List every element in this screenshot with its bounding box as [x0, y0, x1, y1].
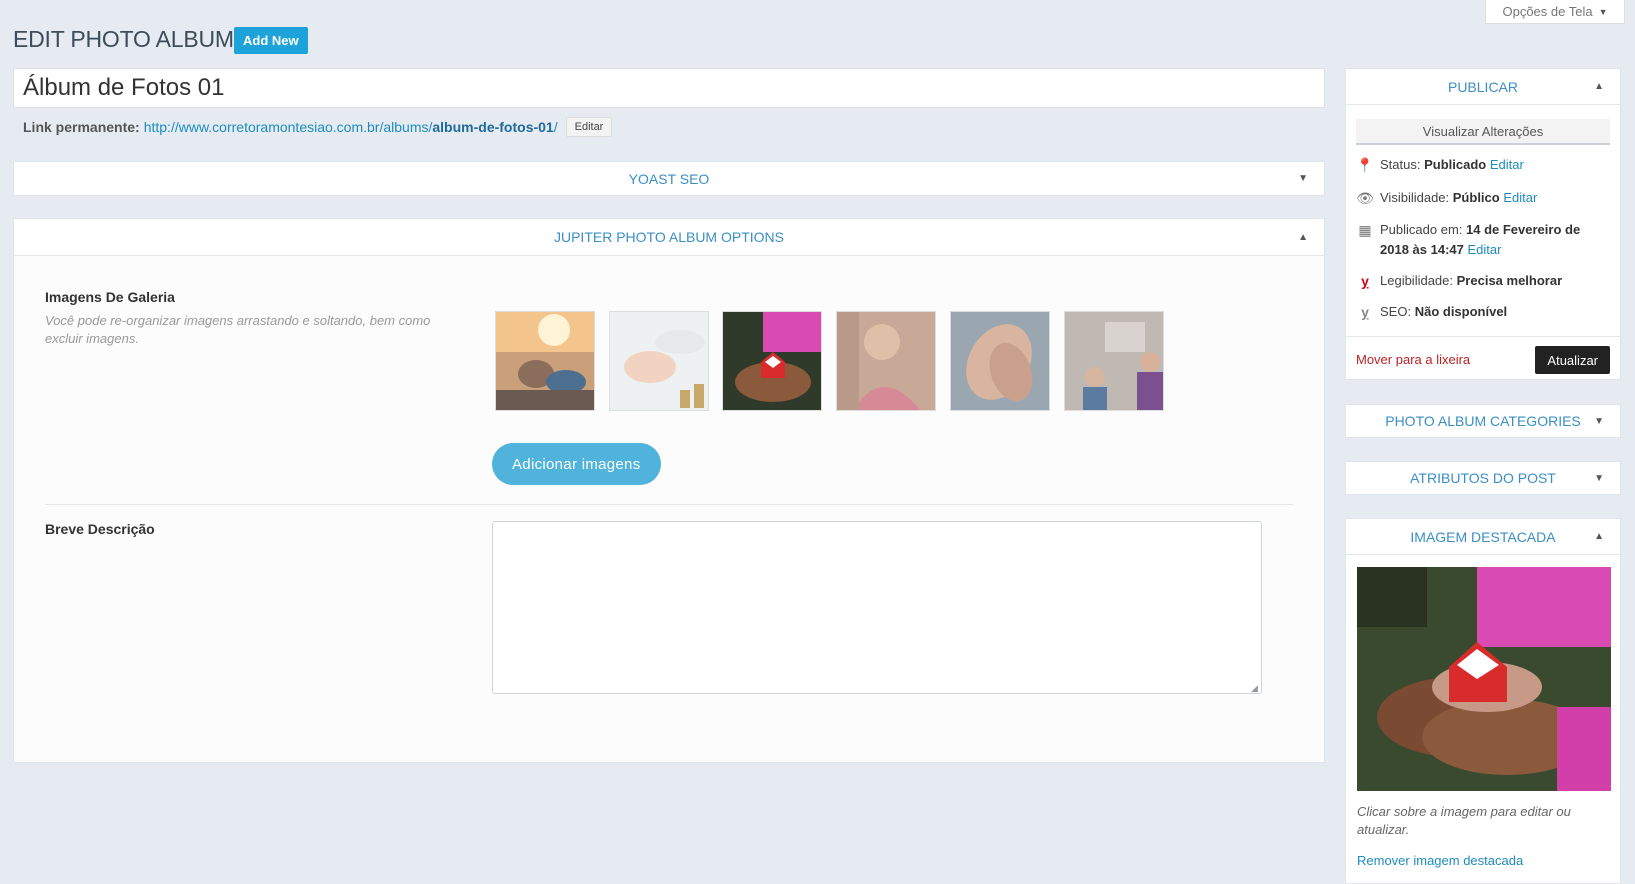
featured-image[interactable]: [1357, 567, 1611, 791]
photo-hands-red-house-icon: [1357, 567, 1611, 791]
calendar-icon: ▦: [1358, 222, 1372, 238]
publish-toggle[interactable]: PUBLICAR ▲: [1346, 69, 1620, 105]
chevron-up-icon: ▲: [1298, 231, 1308, 243]
gallery-thumb-4[interactable]: [836, 311, 936, 411]
photo-woman-smiling-icon: [837, 312, 935, 410]
add-images-button[interactable]: Adicionar imagens: [492, 443, 661, 485]
jupiter-options-toggle[interactable]: JUPITER PHOTO ALBUM OPTIONS ▲: [14, 219, 1324, 256]
gallery-thumb-6[interactable]: [1064, 311, 1164, 411]
chevron-down-icon: ▼: [1594, 472, 1604, 484]
yoast-seo-toggle[interactable]: YOAST SEO ▼: [14, 162, 1324, 195]
gallery-thumb-5[interactable]: [950, 311, 1050, 411]
photo-hands-together-icon: [951, 312, 1049, 410]
gallery-thumb-3[interactable]: [722, 311, 822, 411]
post-title-input[interactable]: Álbum de Fotos 01: [13, 68, 1325, 108]
chevron-down-icon: ▼: [1594, 415, 1604, 427]
photo-family-car-icon: [496, 312, 594, 410]
status-edit-link[interactable]: Editar: [1490, 157, 1524, 172]
featured-image-title: IMAGEM DESTACADA: [1410, 528, 1556, 545]
permalink-slug: album-de-fotos-01: [432, 119, 554, 135]
status-label: Status:: [1380, 157, 1421, 172]
yoast-readability-icon: ỵ: [1361, 273, 1369, 289]
published-edit-link[interactable]: Editar: [1467, 242, 1501, 257]
permalink-end: /: [553, 119, 558, 135]
status-value: Publicado: [1424, 157, 1487, 172]
chevron-down-icon: ▼: [1298, 173, 1308, 184]
featured-image-panel: IMAGEM DESTACADA ▲ Clicar sobre a imagem…: [1345, 518, 1621, 884]
featured-image-toggle[interactable]: IMAGEM DESTACADA ▲: [1346, 519, 1620, 555]
readability-row: ỵ Legibilidade: Precisa melhorar: [1356, 271, 1610, 291]
add-new-button[interactable]: Add New: [234, 27, 308, 54]
update-button[interactable]: Atualizar: [1535, 346, 1610, 374]
jupiter-options-panel: JUPITER PHOTO ALBUM OPTIONS ▲ Imagens De…: [13, 218, 1325, 763]
seo-label: SEO:: [1380, 304, 1412, 319]
visibility-edit-link[interactable]: Editar: [1503, 190, 1537, 205]
readability-value: Precisa melhorar: [1456, 273, 1563, 288]
photo-family-home-icon: [1065, 312, 1163, 410]
permalink-label: Link permanente:: [23, 119, 140, 135]
readability-label: Legibilidade:: [1380, 273, 1454, 288]
seo-value: Não disponível: [1414, 304, 1508, 319]
move-to-trash-link[interactable]: Mover para a lixeira: [1356, 352, 1470, 367]
page-title: EDIT PHOTO ALBUM: [13, 26, 234, 52]
photo-hands-coins-icon: [610, 312, 708, 410]
resize-handle-icon[interactable]: ◢: [1251, 683, 1258, 694]
publish-title: PUBLICAR: [1447, 78, 1519, 95]
photo-hands-red-house-icon: [723, 312, 821, 410]
pin-icon: 📍: [1356, 157, 1374, 173]
visibility-row: 👁 Visibilidade: Público Editar: [1356, 188, 1610, 208]
yoast-seo-icon: ỵ: [1361, 304, 1369, 320]
section-divider: [45, 504, 1293, 505]
publish-body: Visualizar Alterações 📍 Status: Publicad…: [1346, 105, 1620, 336]
permalink-edit-button[interactable]: Editar: [565, 117, 613, 137]
visibility-label: Visibilidade:: [1380, 190, 1450, 205]
categories-title: PHOTO ALBUM CATEGORIES: [1385, 413, 1581, 429]
chevron-up-icon: ▲: [1594, 531, 1604, 542]
visibility-value: Público: [1452, 190, 1500, 205]
featured-image-hint: Clicar sobre a imagem para editar ou atu…: [1357, 804, 1571, 837]
permalink: Link permanente: http://www.corretoramon…: [23, 117, 613, 137]
status-row: 📍 Status: Publicado Editar: [1356, 155, 1610, 175]
preview-changes-button[interactable]: Visualizar Alterações: [1356, 119, 1610, 145]
categories-panel: PHOTO ALBUM CATEGORIES ▼: [1345, 404, 1621, 438]
yoast-seo-panel: YOAST SEO ▼: [13, 161, 1325, 196]
yoast-seo-title: YOAST SEO: [628, 170, 710, 187]
attributes-panel: ATRIBUTOS DO POST ▼: [1345, 461, 1621, 495]
gallery-label: Imagens De Galeria: [45, 289, 175, 305]
attributes-toggle[interactable]: ATRIBUTOS DO POST ▼: [1346, 462, 1620, 494]
brief-description-textarea[interactable]: [492, 521, 1262, 694]
published-row: ▦ Publicado em: 14 de Fevereiro de 2018 …: [1356, 220, 1610, 260]
chevron-down-icon: ▼: [1598, 6, 1608, 17]
remove-featured-image-link[interactable]: Remover imagem destacada: [1357, 853, 1523, 868]
publish-divider: [1346, 336, 1620, 337]
jupiter-options-title: JUPITER PHOTO ALBUM OPTIONS: [553, 229, 784, 245]
seo-row: ỵ SEO: Não disponível: [1356, 302, 1610, 322]
categories-toggle[interactable]: PHOTO ALBUM CATEGORIES ▼: [1346, 405, 1620, 437]
permalink-link[interactable]: http://www.corretoramontesiao.com.br/alb…: [144, 119, 558, 135]
attributes-title: ATRIBUTOS DO POST: [1410, 470, 1556, 486]
publish-panel: PUBLICAR ▲ Visualizar Alterações 📍 Statu…: [1345, 68, 1621, 380]
gallery-thumb-1[interactable]: [495, 311, 595, 411]
published-label: Publicado em:: [1380, 222, 1463, 237]
brief-description-label: Breve Descrição: [45, 521, 155, 537]
screen-options-button[interactable]: Opções de Tela ▼: [1485, 0, 1625, 24]
permalink-base: http://www.corretoramontesiao.com.br/alb…: [143, 119, 433, 135]
chevron-up-icon: ▲: [1594, 81, 1604, 92]
screen-options-label: Opções de Tela: [1502, 4, 1593, 19]
eye-icon: 👁: [1356, 190, 1374, 206]
gallery-description: Você pode re-organizar imagens arrastand…: [45, 313, 431, 346]
gallery-thumb-2[interactable]: [609, 311, 709, 411]
